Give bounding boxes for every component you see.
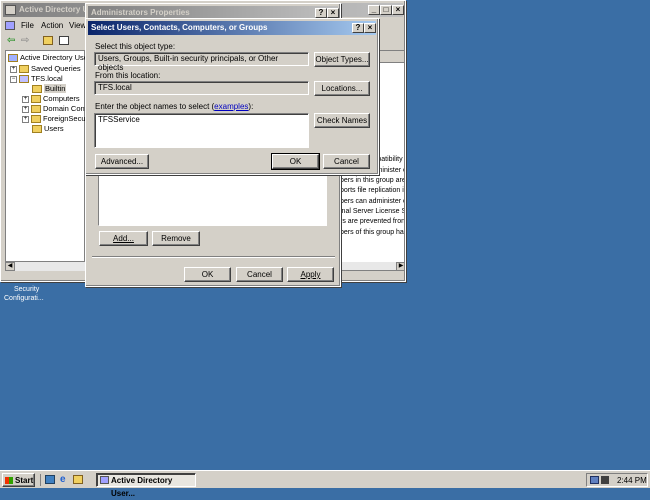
group-description[interactable]: rs are prevented fron — [340, 218, 404, 225]
start-button[interactable]: Start — [2, 473, 35, 487]
expand-icon[interactable]: + — [22, 105, 29, 113]
folder-icon — [32, 85, 42, 94]
network-tray-icon[interactable] — [590, 476, 599, 484]
close-icon[interactable]: × — [327, 8, 339, 18]
object-types-button[interactable]: Object Types... — [314, 52, 370, 67]
show-desktop-icon[interactable] — [45, 475, 55, 484]
group-description[interactable]: ports file replication i — [340, 187, 404, 194]
volume-tray-icon[interactable] — [601, 476, 609, 484]
dialog-cancel-button[interactable]: Cancel — [323, 154, 370, 169]
add-member-button[interactable]: Add... — [99, 231, 148, 246]
object-names-textarea[interactable]: TFSService — [94, 113, 309, 148]
mmc-menu-icon[interactable] — [5, 21, 15, 30]
back-icon[interactable]: ⇦ — [7, 35, 15, 46]
tree-pane[interactable]: Active Directory Use + Saved Queries − TFS… — [5, 50, 88, 271]
location-label: From this location: — [95, 71, 161, 80]
members-list[interactable] — [98, 174, 327, 226]
forward-icon[interactable]: ⇨ — [21, 35, 29, 46]
object-type-label: Select this object type: — [95, 42, 176, 51]
windows-explorer-icon[interactable] — [73, 475, 83, 484]
maximize-icon[interactable]: □ — [380, 5, 392, 15]
mmc-app-icon — [5, 5, 16, 15]
taskbar: Start e Active Directory User... 2:44 PM — [0, 470, 650, 498]
admin-apply-button[interactable]: Apply — [287, 267, 334, 282]
internet-explorer-icon[interactable]: e — [60, 474, 66, 485]
quick-launch: e — [40, 474, 90, 486]
expand-icon[interactable]: + — [22, 115, 29, 123]
expand-icon[interactable]: + — [22, 95, 29, 103]
object-type-field: Users, Groups, Built-in security princip… — [94, 52, 309, 72]
expand-icon[interactable]: + — [10, 65, 17, 73]
admin-props-title: Administrators Properties — [91, 8, 190, 17]
examples-link[interactable]: examples — [214, 102, 248, 111]
domain-icon — [19, 75, 29, 84]
group-description[interactable]: bers of this group ha — [340, 229, 404, 236]
select-dialog-title: Select Users, Contacts, Computers, or Gr… — [91, 23, 268, 32]
windows-logo-icon — [5, 477, 13, 484]
ad-root-icon — [8, 54, 18, 63]
locations-button[interactable]: Locations... — [314, 81, 370, 96]
list-hscrollbar[interactable]: ▶ — [340, 262, 404, 270]
divider — [92, 256, 335, 258]
tree-item-domain[interactable]: − TFS.local — [10, 74, 63, 84]
toolbar: ⇦ ⇨ — [5, 34, 85, 48]
select-users-dialog: Select Users, Contacts, Computers, or Gr… — [85, 18, 379, 175]
folder-icon — [31, 95, 41, 104]
close-icon[interactable]: × — [364, 23, 376, 33]
tree-item-domain-controllers[interactable]: + Domain Cont — [22, 104, 87, 114]
clock[interactable]: 2:44 PM — [617, 476, 647, 485]
ad-window-title: Active Directory U — [19, 5, 89, 14]
scroll-right-icon[interactable]: ▶ — [396, 262, 404, 270]
show-tree-icon[interactable] — [59, 36, 69, 45]
tree-item-users[interactable]: Users — [32, 124, 64, 134]
advanced-button[interactable]: Advanced... — [95, 154, 149, 169]
select-dialog-titlebar[interactable]: Select Users, Contacts, Computers, or Gr… — [88, 21, 376, 35]
dialog-ok-button[interactable]: OK — [271, 153, 320, 170]
taskbar-task-active-directory[interactable]: Active Directory User... — [96, 473, 196, 498]
menu-action[interactable]: Action — [41, 21, 63, 30]
names-label: Enter the object names to select (exampl… — [95, 102, 254, 111]
folder-icon — [32, 125, 42, 134]
up-folder-icon[interactable] — [43, 36, 53, 45]
scroll-left-icon[interactable]: ◀ — [5, 262, 15, 271]
tree-item-builtin[interactable]: Builtin — [32, 84, 67, 94]
minimize-icon[interactable]: _ — [368, 5, 380, 15]
admin-ok-button[interactable]: OK — [184, 267, 231, 282]
folder-icon — [31, 105, 41, 114]
close-icon[interactable]: × — [392, 5, 404, 15]
check-names-button[interactable]: Check Names — [314, 113, 370, 128]
tree-hscrollbar[interactable]: ◀ — [5, 261, 85, 271]
system-tray: 2:44 PM — [586, 473, 648, 487]
remove-member-button[interactable]: Remove — [152, 231, 200, 246]
location-field: TFS.local — [94, 81, 309, 95]
group-description[interactable]: bers in this group are — [340, 177, 404, 184]
help-icon[interactable]: ? — [315, 8, 327, 18]
tree-item-saved-queries[interactable]: + Saved Queries — [10, 64, 81, 74]
collapse-icon[interactable]: − — [10, 75, 17, 83]
tree-item-computers[interactable]: + Computers — [22, 94, 80, 104]
group-description[interactable]: bers can administer c — [340, 198, 404, 205]
mmc-task-icon — [100, 476, 109, 484]
tree-item-root[interactable]: Active Directory Use — [8, 53, 88, 63]
admin-cancel-button[interactable]: Cancel — [236, 267, 283, 282]
group-description[interactable]: inal Server License S — [340, 208, 404, 215]
help-icon[interactable]: ? — [352, 23, 364, 33]
menu-file[interactable]: File — [21, 21, 34, 30]
desktop-icon-security-configuration[interactable]: Security Configurati... — [4, 285, 64, 303]
folder-icon — [19, 65, 29, 74]
tree-item-foreign-security[interactable]: + ForeignSecur — [22, 114, 88, 124]
folder-icon — [31, 115, 41, 124]
menu-bar: File Action View — [5, 20, 86, 32]
menu-view[interactable]: View — [69, 21, 86, 30]
